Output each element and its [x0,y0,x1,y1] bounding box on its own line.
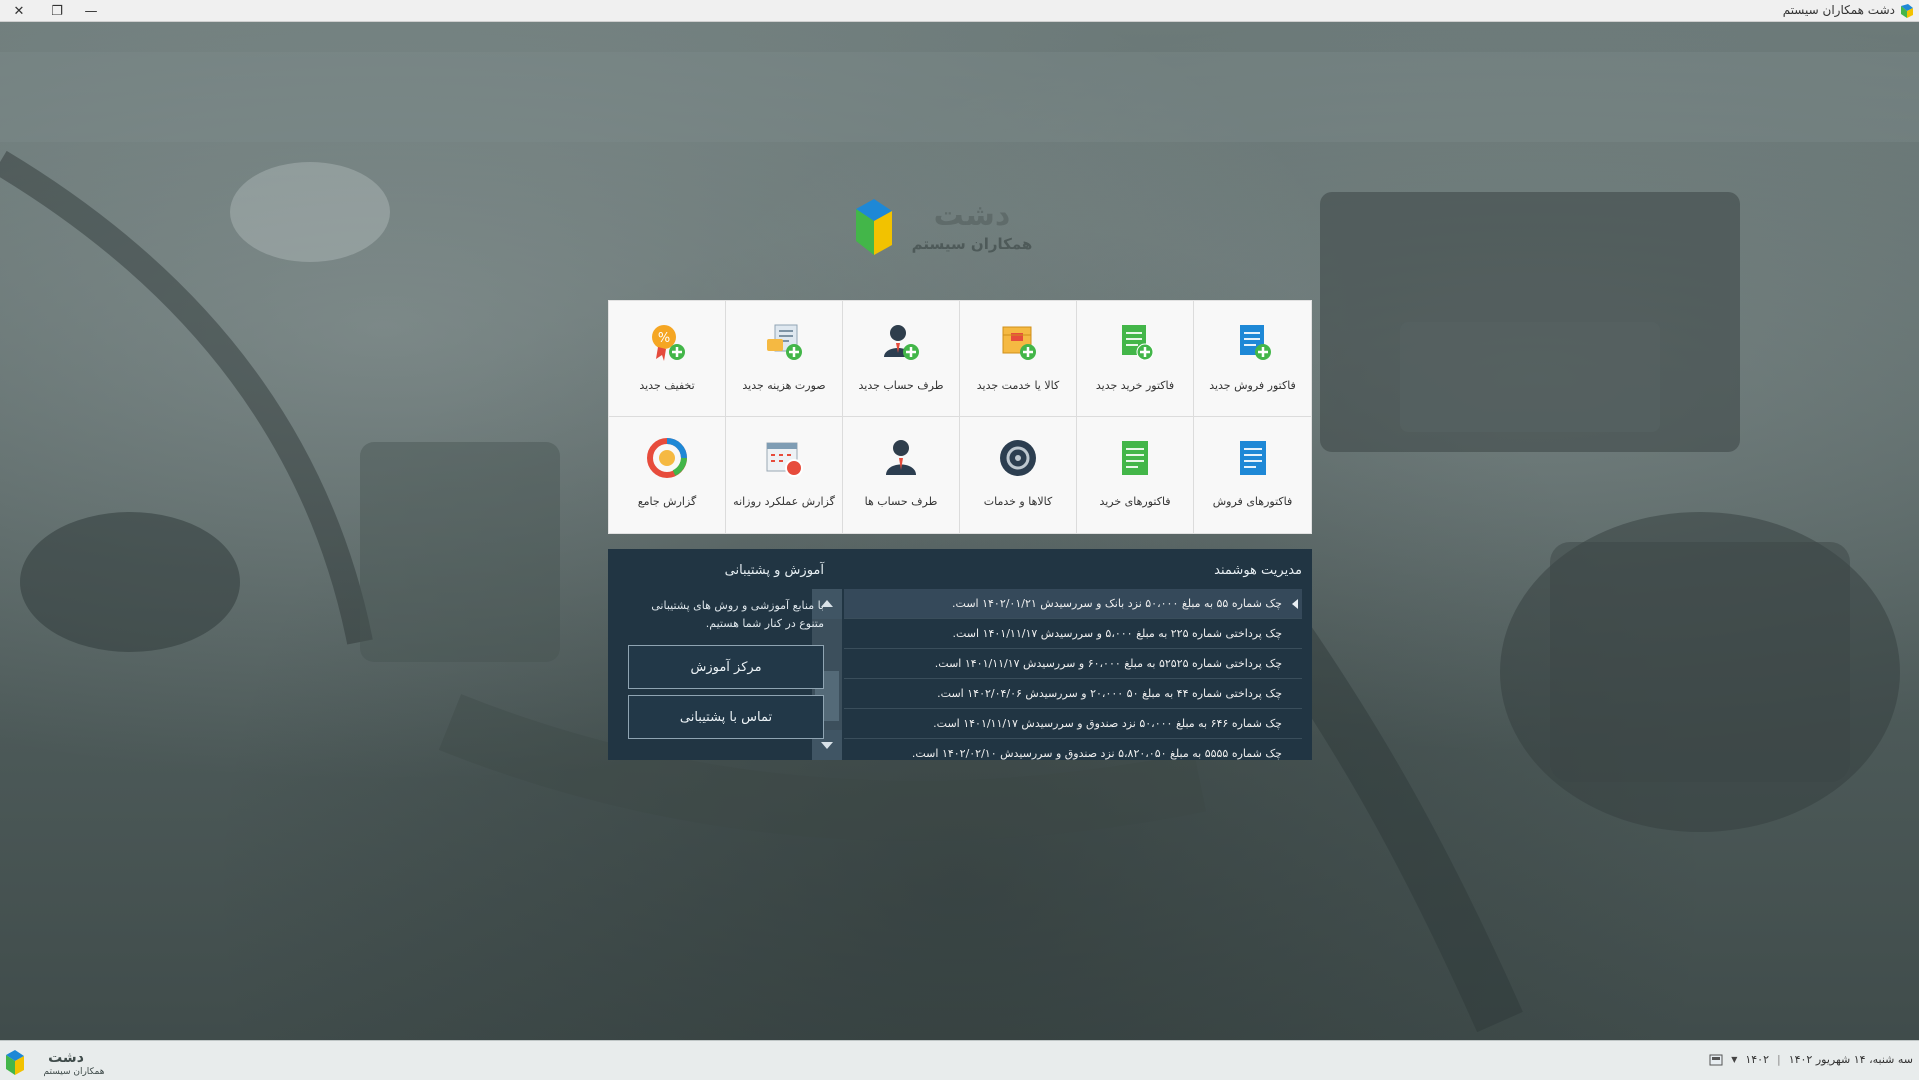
close-button[interactable]: ✕ [2,0,36,22]
tile-products[interactable]: کالاها و خدمات [960,417,1077,533]
discount-add-icon: % [652,325,685,361]
comprehensive-report-icon [647,438,687,478]
status-info: سه شنبه، ۱۴ شهریور ۱۴۰۲ | ۱۴۰۲ ▼ [1709,1053,1913,1066]
tile-label: تخفیف جدید [639,379,695,392]
svg-text:%: % [658,331,670,346]
status-logo-sub: همکاران سیستم [44,1067,105,1077]
tile-new-product[interactable]: کالا یا خدمت جدید [960,301,1077,417]
current-row-arrow-icon [1292,599,1298,609]
smart-management-list: چک شماره ۵۵ به مبلغ ۵۰،۰۰۰ نزد بانک و سر… [844,589,1302,760]
daily-report-icon [766,442,803,477]
status-logo-main: دشت [48,1050,84,1066]
tile-persons[interactable]: طرف حساب ها [843,417,960,533]
app-icon [1901,4,1913,18]
tile-label: کالا یا خدمت جدید [976,379,1060,392]
tile-purchase-invoices[interactable]: فاکتورهای خرید [1077,417,1194,533]
tile-label: گزارش عملکرد روزانه [733,495,835,508]
restore-icon: ❐ [51,3,63,19]
status-bar: دشت همکاران سیستم سه شنبه، ۱۴ شهریور ۱۴۰… [0,1040,1919,1080]
purchase-invoices-icon [1122,441,1148,475]
list-item[interactable]: چک پرداختی شماره ۵۲۵۲۵ به مبلغ ۶۰،۰۰۰ و … [844,649,1302,679]
list-item-text: چک پرداختی شماره ۲۲۵ به مبلغ ۵،۰۰۰ و سرر… [952,627,1283,640]
tile-label: کالاها و خدمات [983,495,1053,508]
list-item-text: چک پرداختی شماره ۴۴ به مبلغ ۵۰ ۲۰،۰۰۰ و … [937,687,1282,700]
restore-button[interactable]: ❐ [40,0,74,22]
info-panel: مدیریت هوشمند چک شماره ۵۵ به مبلغ ۵۰،۰۰۰… [608,549,1312,760]
tile-label: فاکتورهای خرید [1099,495,1171,508]
minimize-button[interactable]: — [74,0,108,22]
tile-label: گزارش جامع [637,495,697,508]
close-icon: ✕ [13,3,25,19]
list-item[interactable]: چک شماره ۵۵۵۵ به مبلغ ۵،۸۲۰،۰۵۰ نزد صندو… [844,739,1302,760]
calculator-icon[interactable] [1709,1054,1723,1066]
tile-new-expense[interactable]: صورت هزینه جدید [726,301,843,417]
list-item-text: چک شماره ۶۴۶ به مبلغ ۵۰،۰۰۰ نزد صندوق و … [933,717,1282,730]
tile-label: فاکتورهای فروش [1212,495,1293,508]
title-bar: ✕ ❐ — دشت همکاران سیستم [0,0,1919,22]
contact-support-button[interactable]: تماس با پشتیبانی [628,695,824,739]
sales-invoices-icon [1239,441,1266,475]
tile-label: طرف حساب جدید [858,379,944,392]
tile-daily-report[interactable]: گزارش عملکرد روزانه [726,417,843,533]
fiscal-year[interactable]: ۱۴۰۲ [1745,1053,1769,1066]
tile-label: فاکتور فروش جدید [1209,379,1296,392]
training-center-button[interactable]: مرکز آموزش [628,645,824,689]
tile-new-sales-invoice[interactable]: فاکتور فروش جدید [1194,301,1311,417]
minimize-icon: — [84,3,98,19]
status-separator: | [1776,1053,1781,1066]
tile-new-person[interactable]: طرف حساب جدید [843,301,960,417]
fiscal-year-dropdown-icon[interactable]: ▼ [1731,1055,1737,1064]
list-item-text: چک شماره ۵۵ به مبلغ ۵۰،۰۰۰ نزد بانک و سر… [952,597,1282,610]
person-add-icon [884,325,919,360]
tile-new-discount[interactable]: % تخفیف جدید [609,301,726,417]
status-date: سه شنبه، ۱۴ شهریور ۱۴۰۲ [1788,1053,1913,1066]
dasht-logo: دشت همکاران سیستم [856,198,1033,255]
arrow-down-icon [821,742,833,749]
status-logo: دشت همکاران سیستم [6,1050,105,1077]
products-icon [1000,440,1036,476]
persons-icon [886,440,916,475]
list-item[interactable]: چک پرداختی شماره ۴۴ به مبلغ ۵۰ ۲۰،۰۰۰ و … [844,679,1302,709]
product-add-icon [1002,326,1036,360]
window-title: دشت همکاران سیستم [1782,3,1895,17]
list-item-text: چک پرداختی شماره ۵۲۵۲۵ به مبلغ ۶۰،۰۰۰ و … [934,657,1282,670]
list-item[interactable]: چک شماره ۶۴۶ به مبلغ ۵۰،۰۰۰ نزد صندوق و … [844,709,1302,739]
tile-new-purchase-invoice[interactable]: فاکتور خرید جدید [1077,301,1194,417]
logo-sub-text: همکاران سیستم [912,235,1033,253]
tile-sales-invoices[interactable]: فاکتورهای فروش [1194,417,1311,533]
list-item[interactable]: چک شماره ۵۵ به مبلغ ۵۰،۰۰۰ نزد بانک و سر… [844,589,1302,619]
list-item-text: چک شماره ۵۵۵۵ به مبلغ ۵،۸۲۰،۰۵۰ نزد صندو… [911,747,1282,760]
tile-comprehensive-report[interactable]: گزارش جامع [609,417,726,533]
tile-label: طرف حساب ها [864,495,938,508]
purchase-invoice-add-icon [1122,325,1154,361]
smart-management-title: مدیریت هوشمند [1214,563,1302,578]
quick-actions-grid: % تخفیف جدید صورت هزینه جدید طرف حساب جد… [608,300,1312,534]
expense-add-icon [767,324,802,360]
sales-invoice-add-icon [1239,325,1271,360]
tile-label: فاکتور خرید جدید [1095,379,1175,392]
list-item[interactable]: چک پرداختی شماره ۲۲۵ به مبلغ ۵،۰۰۰ و سرر… [844,619,1302,649]
logo-main-text: دشت [934,198,1011,233]
support-title: آموزش و پشتیبانی [724,563,824,578]
tile-label: صورت هزینه جدید [742,379,826,392]
support-description: با منابع آموزشی و روش های پشتیبانی متنوع… [651,599,824,630]
